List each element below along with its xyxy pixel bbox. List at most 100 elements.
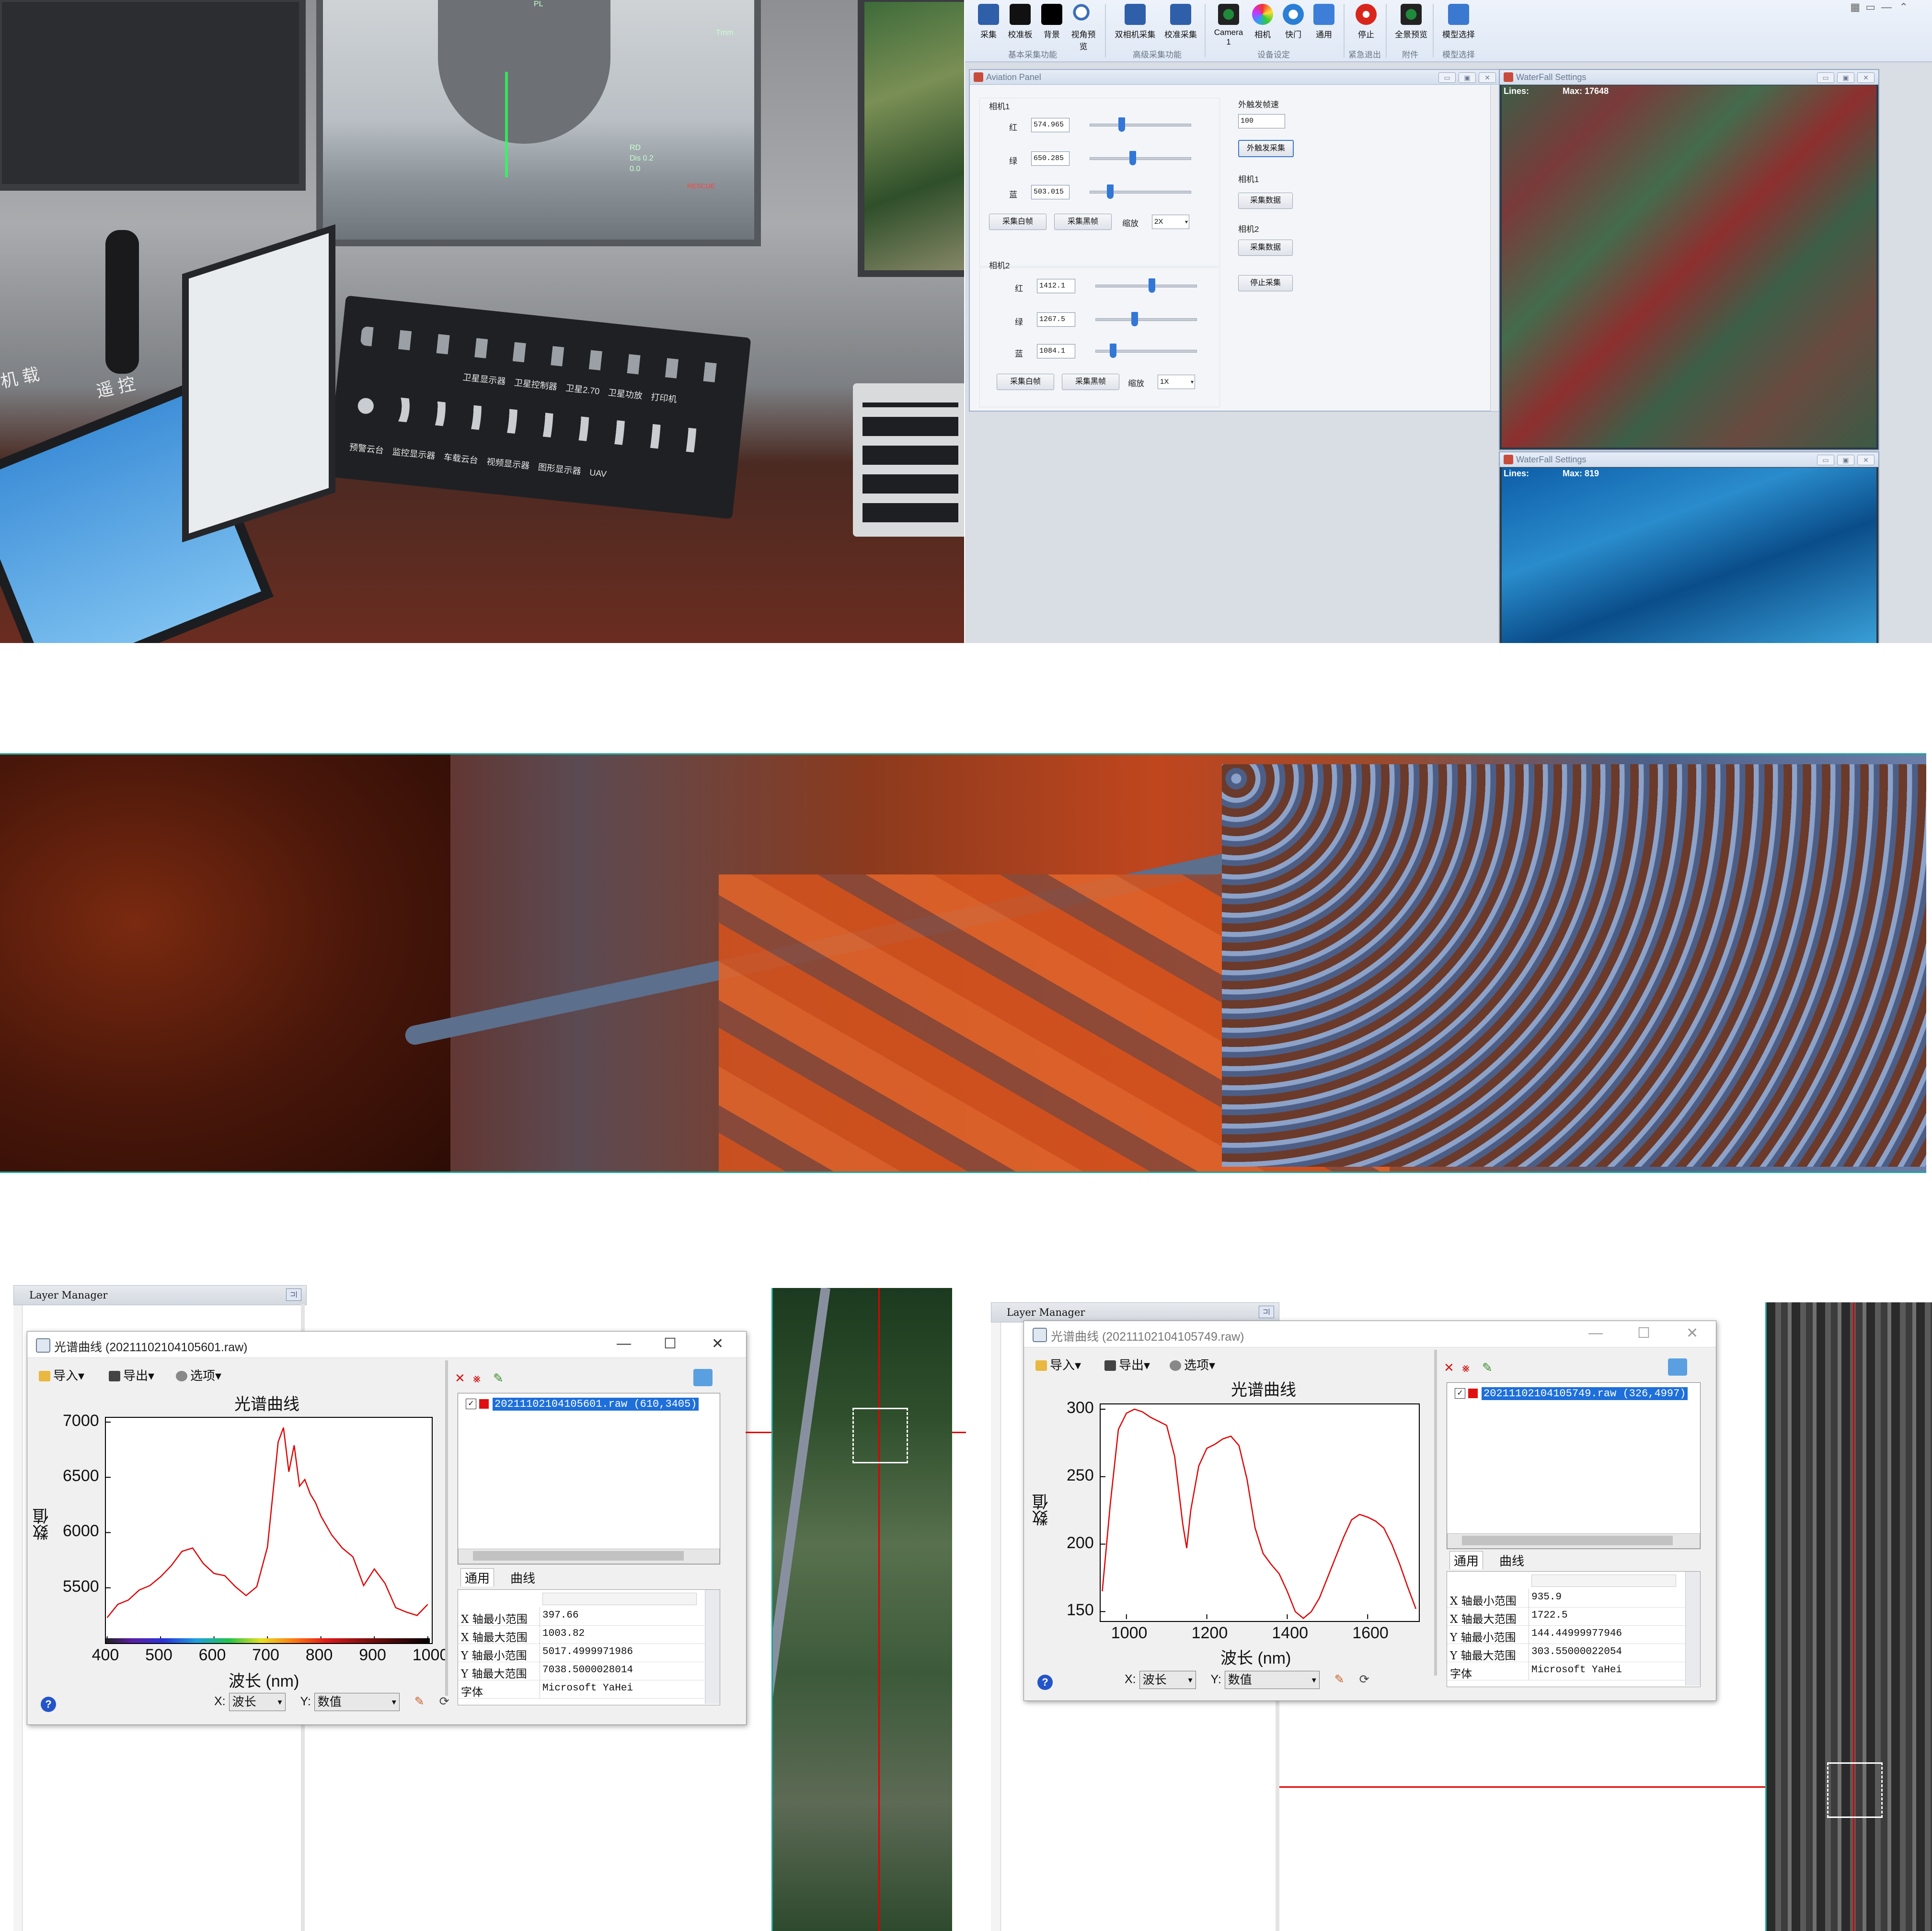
cam1-blue-field[interactable]: 503.015 [1031, 185, 1070, 199]
brush-icon[interactable]: ✎ [414, 1695, 425, 1708]
spectral-plot-right[interactable] [1100, 1403, 1420, 1622]
cam1-red-slider[interactable] [1090, 117, 1191, 132]
prop-row[interactable]: Y 轴最小范围 144.44999977946 [1447, 1625, 1685, 1644]
cam2-dark-frame-button[interactable]: 采集黑帧 [1062, 374, 1119, 390]
maximize-icon[interactable]: ▣ [1459, 72, 1476, 83]
options-menu[interactable]: 选项▾ [176, 1366, 221, 1384]
ribbon-calib-board-button[interactable]: 校准板 [1005, 4, 1035, 47]
window-layout-icon[interactable]: ▭ [1865, 1, 1875, 13]
export-image-icon[interactable] [693, 1369, 713, 1386]
cam2-green-slider[interactable] [1095, 312, 1197, 326]
trigger-capture-button[interactable]: 外触发采集 [1238, 140, 1294, 157]
delete-icon[interactable]: ✕ [1444, 1360, 1454, 1375]
maximize-icon[interactable]: ☐ [664, 1335, 677, 1352]
pin-icon[interactable]: ⊐| [1259, 1306, 1274, 1318]
slider-thumb[interactable] [1118, 117, 1125, 132]
x-axis-select[interactable]: 波长 ▾ [229, 1693, 286, 1711]
prop-row[interactable]: X 轴最大范围 1722.5 [1447, 1607, 1685, 1626]
close-icon[interactable]: ✕ [1857, 72, 1874, 83]
cam2-green-field[interactable]: 1267.5 [1037, 312, 1075, 327]
ribbon-general-button[interactable]: 通用 [1309, 4, 1339, 47]
ribbon-camera1-button[interactable]: Camera 1 [1211, 4, 1246, 47]
prop-row[interactable]: 字体 Microsoft YaHei [1447, 1662, 1685, 1680]
cam2-blue-slider[interactable] [1095, 344, 1197, 358]
close-icon[interactable]: ✕ [712, 1335, 724, 1352]
minimize-icon[interactable]: ▭ [1438, 72, 1456, 83]
window-minimize-icon[interactable]: — [1881, 1, 1892, 13]
minimize-icon[interactable]: — [1588, 1325, 1603, 1341]
maximize-icon[interactable]: ☐ [1637, 1325, 1650, 1342]
cam1-white-frame-button[interactable]: 采集白帧 [989, 214, 1046, 230]
options-menu[interactable]: 选项▾ [1170, 1356, 1215, 1373]
prop-row[interactable]: X 轴最小范围 935.9 [1447, 1589, 1685, 1608]
export-menu[interactable]: 导出▾ [1104, 1356, 1150, 1373]
cam2-red-slider[interactable] [1095, 278, 1197, 293]
ribbon-background-button[interactable]: 背景 [1037, 4, 1067, 47]
slider-thumb[interactable] [1148, 278, 1155, 293]
export-menu[interactable]: 导出▾ [109, 1366, 154, 1384]
edit-curve-icon[interactable]: ✎ [1482, 1360, 1493, 1375]
cam2-zoom-select[interactable]: 1X ▾ [1158, 375, 1195, 389]
property-scrollbar[interactable] [705, 1590, 720, 1704]
cam1-green-slider[interactable] [1090, 151, 1191, 165]
spectral-plot-left[interactable] [105, 1417, 433, 1644]
delete-icon[interactable]: ✕ [455, 1371, 465, 1386]
ribbon-panorama-button[interactable]: 全景预览 [1393, 4, 1429, 47]
brush-icon[interactable]: ✎ [1334, 1673, 1345, 1686]
refresh-icon[interactable]: ⟳ [439, 1695, 449, 1708]
import-menu[interactable]: 导入▾ [39, 1366, 84, 1384]
tab-curve[interactable]: 曲线 [1495, 1552, 1528, 1569]
cam2-capture-data-button[interactable]: 采集数据 [1238, 240, 1293, 256]
tab-general[interactable]: 通用 [1449, 1551, 1484, 1569]
stop-capture-button[interactable]: 停止采集 [1238, 275, 1293, 291]
collapse-ribbon-icon[interactable]: ⌃ [1899, 1, 1908, 13]
minimize-icon[interactable]: ▭ [1817, 455, 1834, 465]
x-axis-select[interactable]: 波长 ▾ [1139, 1671, 1196, 1689]
property-scrollbar[interactable] [1685, 1572, 1700, 1686]
list-hscrollbar[interactable] [458, 1549, 720, 1564]
prop-row[interactable]: 字体 Microsoft YaHei [458, 1680, 704, 1699]
prop-row[interactable]: Y 轴最大范围 303.55000022054 [1447, 1644, 1685, 1662]
refresh-icon[interactable]: ⟳ [1359, 1673, 1369, 1686]
prop-row[interactable]: X 轴最小范围 397.66 [458, 1607, 704, 1626]
close-icon[interactable]: ✕ [1686, 1325, 1698, 1342]
cam1-zoom-select[interactable]: 2X ▾ [1152, 215, 1189, 229]
delete-all-icon[interactable]: ⨳ [1462, 1360, 1470, 1376]
slider-thumb[interactable] [1129, 151, 1137, 165]
cam2-red-field[interactable]: 1412.1 [1037, 279, 1075, 293]
prop-row[interactable]: X 轴最大范围 1003.82 [458, 1625, 704, 1644]
ribbon-calib-capture-button[interactable]: 校准采集 [1162, 4, 1200, 47]
ribbon-model-button[interactable]: 模型选择 [1439, 4, 1478, 47]
panel-splitter[interactable] [445, 1360, 448, 1696]
ribbon-preview-button[interactable]: 视角预览 [1069, 4, 1098, 51]
ribbon-shutter-button[interactable]: 快门 [1278, 4, 1308, 47]
slider-thumb[interactable] [1107, 184, 1114, 199]
delete-all-icon[interactable]: ⨳ [473, 1371, 481, 1386]
ribbon-stop-button[interactable]: 停止 [1351, 4, 1381, 47]
trigger-rate-field[interactable]: 100 [1238, 114, 1285, 128]
prop-row[interactable]: Y 轴最大范围 7038.5000028014 [458, 1662, 704, 1680]
y-axis-select[interactable]: 数值 ▾ [314, 1693, 400, 1711]
cam1-dark-frame-button[interactable]: 采集黑帧 [1054, 214, 1112, 230]
grayscale-band-image[interactable] [1765, 1302, 1932, 1931]
help-icon[interactable]: ? [1037, 1675, 1053, 1690]
cam2-white-frame-button[interactable]: 采集白帧 [997, 374, 1054, 390]
cam1-blue-slider[interactable] [1090, 184, 1191, 199]
checkbox-checked[interactable]: ✓ [466, 1399, 476, 1410]
window-restore-icon[interactable]: ▦ [1850, 1, 1860, 13]
curve-list-item-right[interactable]: ✓ 20211102104105749.raw (326,4997) [1455, 1387, 1688, 1400]
scroll-thumb[interactable] [1462, 1536, 1673, 1545]
close-icon[interactable]: ✕ [1857, 455, 1874, 465]
y-axis-select[interactable]: 数值 ▾ [1224, 1671, 1320, 1689]
cam1-red-field[interactable]: 574.965 [1031, 118, 1070, 132]
pin-icon[interactable]: ⊐| [286, 1288, 301, 1301]
ribbon-capture-button[interactable]: 采集 [974, 4, 1003, 47]
prop-row[interactable]: Y 轴最小范围 5017.4999971986 [458, 1644, 704, 1662]
curve-list-item-left[interactable]: ✓ 20211102104105601.raw (610,3405) [466, 1398, 699, 1411]
checkbox-checked[interactable]: ✓ [1455, 1388, 1465, 1399]
scroll-thumb[interactable] [473, 1551, 684, 1561]
ribbon-camera-button[interactable]: 相机 [1248, 4, 1277, 47]
close-icon[interactable]: ✕ [1479, 72, 1496, 83]
tab-curve[interactable]: 曲线 [506, 1569, 539, 1586]
import-menu[interactable]: 导入▾ [1035, 1356, 1081, 1373]
